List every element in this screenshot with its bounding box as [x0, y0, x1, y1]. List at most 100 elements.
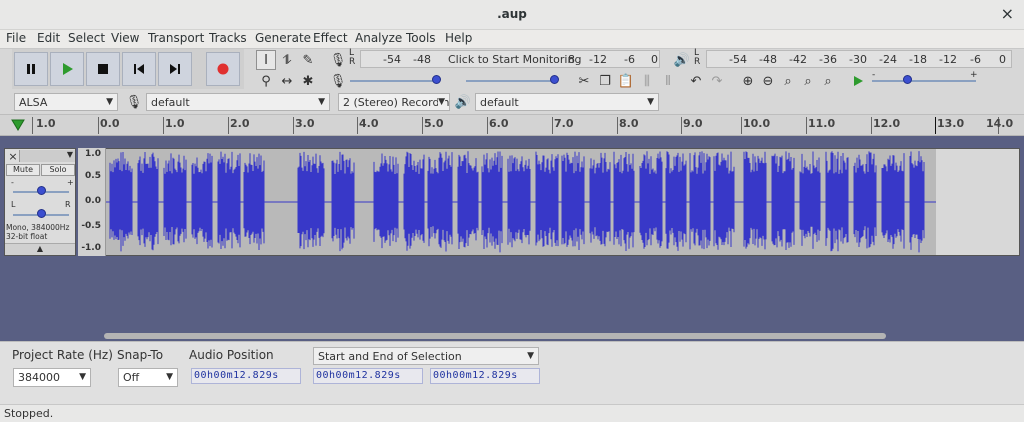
play-at-speed-icon[interactable]: [848, 71, 868, 91]
copy-icon[interactable]: ❐: [595, 71, 615, 91]
menu-tools[interactable]: Tools: [406, 31, 436, 45]
speaker-icon[interactable]: 🔊: [672, 50, 692, 70]
undo-icon[interactable]: ↶: [686, 71, 706, 91]
pan-slider[interactable]: [13, 205, 69, 223]
menu-view[interactable]: View: [111, 31, 139, 45]
cut-icon[interactable]: ✂: [574, 71, 594, 91]
play-speed-slider[interactable]: [872, 71, 976, 89]
menu-select[interactable]: Select: [68, 31, 105, 45]
paste-icon[interactable]: 📋: [616, 71, 636, 91]
ruler-tick: 8.0: [619, 117, 639, 130]
close-icon[interactable]: ×: [1001, 4, 1014, 23]
menu-effect[interactable]: Effect: [313, 31, 348, 45]
record-button[interactable]: [206, 52, 240, 86]
selection-mode-dropdown[interactable]: Start and End of Selection ▼: [313, 347, 539, 365]
audio-host-dropdown[interactable]: ALSA ▼: [14, 93, 118, 111]
pause-icon: [27, 64, 35, 74]
play-meter[interactable]: -54 -48 -42 -36 -30 -24 -18 -12 -6 0: [706, 50, 1012, 68]
click-to-start-monitoring[interactable]: Click to Start Monitoring: [448, 53, 582, 66]
project-rate-value: 384000: [18, 371, 60, 384]
silence-icon[interactable]: ⫴: [658, 71, 678, 91]
project-rate-label: Project Rate (Hz): [12, 348, 113, 362]
chevron-down-icon: ▼: [79, 372, 86, 382]
chevron-down-icon: ▼: [438, 97, 445, 107]
timeline-ruler[interactable]: 1.0 0.0 1.0 2.0 3.0 4.0 5.0 6.0 7.0 8.0 …: [0, 114, 1024, 136]
horizontal-scrollbar[interactable]: [0, 331, 1024, 341]
zoom-out-icon[interactable]: ⊖: [758, 71, 778, 91]
track-menu-button[interactable]: ▼: [19, 150, 75, 162]
empty-track-region[interactable]: [936, 148, 1020, 256]
audio-position-value: 00h00m12.829s: [194, 370, 279, 381]
status-text: Stopped.: [4, 407, 54, 420]
menu-help[interactable]: Help: [445, 31, 472, 45]
gain-slider[interactable]: [13, 182, 69, 200]
mute-button[interactable]: Mute: [6, 164, 40, 176]
fit-project-icon[interactable]: ⌕: [798, 71, 818, 91]
playback-device-value: default: [480, 96, 519, 109]
waveform[interactable]: [106, 149, 936, 255]
play-button[interactable]: [50, 52, 84, 86]
recording-device-dropdown[interactable]: default ▼: [146, 93, 330, 111]
skip-to-start-button[interactable]: [122, 52, 156, 86]
zoom-tool-icon[interactable]: ⚲: [256, 71, 276, 91]
transport-toolbar: [12, 49, 244, 89]
stop-button[interactable]: [86, 52, 120, 86]
menu-transport[interactable]: Transport: [148, 31, 204, 45]
trim-icon[interactable]: ⫼: [637, 71, 657, 91]
menu-file[interactable]: File: [6, 31, 26, 45]
menu-generate[interactable]: Generate: [255, 31, 311, 45]
ruler-tick: 10.0: [743, 117, 771, 130]
menu-edit[interactable]: Edit: [37, 31, 60, 45]
playback-volume-slider[interactable]: [466, 71, 559, 89]
menu-analyze[interactable]: Analyze: [355, 31, 402, 45]
chevron-down-icon: ▼: [166, 372, 173, 382]
recording-volume-icon: 🎙: [329, 73, 347, 89]
pause-button[interactable]: [14, 52, 48, 86]
snap-to-value: Off: [123, 371, 140, 384]
play-head-icon[interactable]: [10, 118, 26, 132]
playback-device-dropdown[interactable]: default ▼: [475, 93, 659, 111]
record-meter[interactable]: -54 -48 Click to Start Monitoring 8 -12 …: [360, 50, 660, 68]
envelope-tool-icon[interactable]: ⥮: [277, 50, 297, 70]
selection-start-value: 00h00m12.829s: [316, 370, 401, 381]
scrollbar-thumb[interactable]: [104, 333, 886, 339]
record-meter-tick: 8: [568, 53, 575, 66]
collapse-track-button[interactable]: ▲: [5, 243, 75, 255]
vruler-tick: 0.5: [85, 171, 101, 181]
play-meter-tick: -48: [759, 53, 777, 66]
snap-to-dropdown[interactable]: Off ▼: [118, 368, 178, 387]
selection-end-field[interactable]: 00h00m12.829s: [430, 368, 540, 384]
selection-mode-value: Start and End of Selection: [318, 350, 462, 363]
selection-tool-icon[interactable]: I: [256, 50, 276, 70]
zoom-in-icon[interactable]: ⊕: [738, 71, 758, 91]
ruler-tick: 1.0: [36, 117, 56, 130]
record-icon: [217, 63, 229, 75]
menu-bar: File Edit Select View Transport Tracks G…: [0, 30, 1024, 48]
microphone-icon[interactable]: 🎙: [328, 50, 348, 70]
play-meter-lr: L R: [694, 48, 701, 67]
zoom-toggle-icon[interactable]: ⌕: [818, 71, 838, 91]
ruler-tick: 2.0: [230, 117, 250, 130]
redo-icon[interactable]: ↷: [707, 71, 727, 91]
chevron-down-icon: ▼: [647, 97, 654, 107]
vruler-tick: -0.5: [81, 221, 101, 231]
close-track-icon[interactable]: ×: [7, 150, 19, 163]
selection-start-field[interactable]: 00h00m12.829s: [313, 368, 423, 384]
track-bit-depth-info: 32-bit float: [6, 232, 48, 241]
audio-position-field[interactable]: 00h00m12.829s: [191, 368, 301, 384]
project-rate-dropdown[interactable]: 384000 ▼: [13, 368, 91, 387]
solo-button[interactable]: Solo: [41, 164, 75, 176]
fit-selection-icon[interactable]: ⌕: [778, 71, 798, 91]
track-format-info: Mono, 384000Hz: [6, 223, 70, 232]
recording-channels-dropdown[interactable]: 2 (Stereo) Recording ▼: [338, 93, 450, 111]
draw-tool-icon[interactable]: ✎: [298, 50, 318, 70]
ruler-tick: 11.0: [808, 117, 836, 130]
skip-to-end-icon: [170, 64, 180, 74]
vruler-tick: -1.0: [81, 243, 101, 253]
skip-to-end-button[interactable]: [158, 52, 192, 86]
multi-tool-icon[interactable]: ✱: [298, 71, 318, 91]
recording-volume-slider[interactable]: [350, 71, 441, 89]
time-shift-tool-icon[interactable]: ↔: [277, 71, 297, 91]
track-control-panel[interactable]: × ▼ Mute Solo - + L R Mono, 384000Hz 32-…: [4, 148, 76, 256]
menu-tracks[interactable]: Tracks: [209, 31, 247, 45]
